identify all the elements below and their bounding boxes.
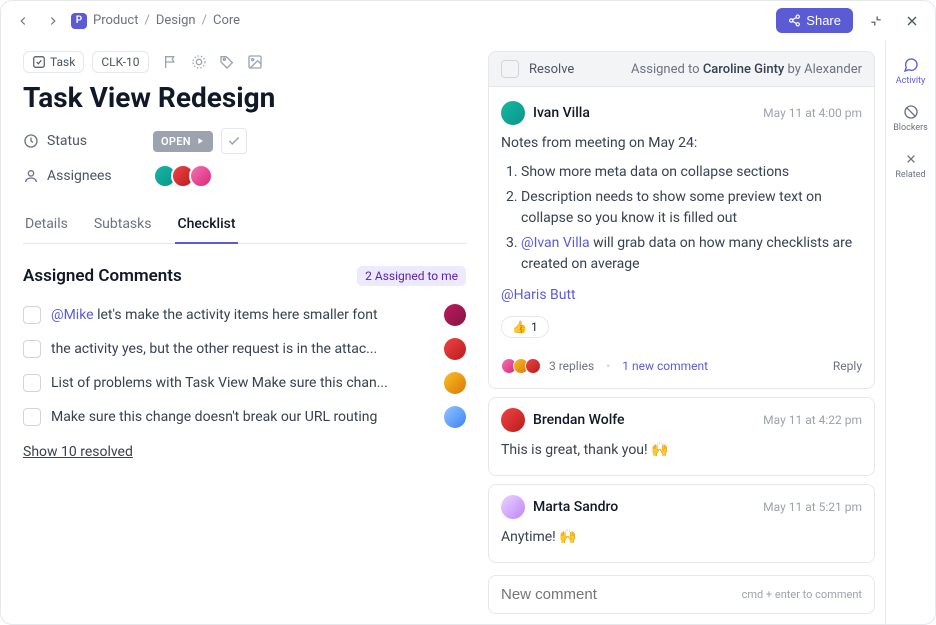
resolve-bar: Resolve Assigned to Caroline Ginty by Al…: [488, 51, 875, 87]
comment-timestamp: May 11 at 4:22 pm: [763, 413, 862, 427]
breadcrumb-item[interactable]: Product: [93, 13, 138, 28]
input-hint: cmd + enter to comment: [742, 588, 862, 601]
mention[interactable]: @Ivan Villa: [521, 235, 590, 251]
reaction-button[interactable]: 👍 1: [501, 316, 549, 338]
avatar: [444, 304, 466, 326]
breadcrumb-item[interactable]: Core: [213, 13, 240, 28]
mention[interactable]: @Haris Butt: [501, 287, 576, 303]
sidetab-related[interactable]: Related: [886, 145, 935, 186]
breadcrumbs: P Product / Design / Core: [71, 13, 240, 29]
task-id-chip[interactable]: CLK-10: [92, 51, 148, 73]
resolve-label: Resolve: [529, 62, 574, 77]
flag-icon[interactable]: [163, 54, 179, 70]
comment-author: Marta Sandro: [533, 499, 618, 515]
sparkle-icon[interactable]: [191, 54, 207, 70]
share-label: Share: [806, 13, 841, 28]
comment-author: Brendan Wolfe: [533, 412, 625, 428]
task-type-chip[interactable]: Task: [23, 51, 84, 73]
comment-body: This is great, thank you! 🙌: [501, 432, 862, 461]
assigned-comment-item[interactable]: Make sure this change doesn't break our …: [23, 400, 466, 434]
link-icon: [903, 151, 919, 167]
assigned-comments-list: @Mike let's make the activity items here…: [23, 298, 466, 434]
sidetab-activity[interactable]: Activity: [886, 51, 935, 92]
comment-timestamp: May 11 at 5:21 pm: [763, 500, 862, 514]
sidetab-blockers[interactable]: Blockers: [886, 98, 935, 139]
complete-toggle[interactable]: [221, 128, 247, 154]
comment-thread: Ivan Villa May 11 at 4:00 pm Notes from …: [488, 87, 875, 389]
tab-checklist[interactable]: Checklist: [175, 206, 237, 244]
assigned-comment-item[interactable]: @Mike let's make the activity items here…: [23, 298, 466, 332]
blocked-icon: [903, 104, 919, 120]
comment-timestamp: May 11 at 4:00 pm: [763, 106, 862, 120]
comment-body: Notes from meeting on May 24: Show more …: [501, 125, 862, 306]
tab-subtasks[interactable]: Subtasks: [92, 206, 154, 243]
play-icon: [195, 136, 205, 146]
assignees-field-label: Assignees: [23, 168, 143, 184]
avatar: [501, 408, 525, 432]
nav-forward[interactable]: [41, 9, 65, 33]
thumbs-up-icon: 👍: [512, 320, 527, 334]
checkbox[interactable]: [23, 408, 41, 426]
checkbox[interactable]: [23, 374, 41, 392]
breadcrumb-sep: /: [144, 13, 149, 28]
image-icon[interactable]: [247, 54, 263, 70]
mention[interactable]: @Mike: [51, 307, 94, 323]
reply-avatars: [501, 358, 541, 374]
tab-details[interactable]: Details: [23, 206, 70, 243]
task-title: Task View Redesign: [23, 81, 466, 114]
avatar: [501, 495, 525, 519]
tag-icon[interactable]: [219, 54, 235, 70]
replies-count[interactable]: 3 replies: [549, 359, 594, 373]
comment-input-row: cmd + enter to comment: [488, 575, 875, 614]
tabs: Details Subtasks Checklist: [23, 206, 466, 244]
person-icon: [23, 168, 39, 184]
resolve-checkbox[interactable]: [501, 60, 519, 78]
reply-button[interactable]: Reply: [833, 359, 862, 373]
status-icon: [23, 133, 39, 149]
new-comment-input[interactable]: [501, 586, 742, 603]
share-button[interactable]: Share: [776, 8, 853, 33]
nav-back[interactable]: [11, 9, 35, 33]
task-type-label: Task: [50, 55, 75, 69]
comment-author: Ivan Villa: [533, 105, 590, 121]
assigned-comment-item[interactable]: List of problems with Task View Make sur…: [23, 366, 466, 400]
workspace-icon: P: [71, 13, 87, 29]
breadcrumb-sep: /: [202, 13, 207, 28]
chat-icon: [903, 57, 919, 73]
comment-card: Marta Sandro May 11 at 5:21 pm Anytime! …: [488, 484, 875, 563]
collapse-icon[interactable]: [863, 8, 889, 34]
new-comment-indicator[interactable]: 1 new comment: [622, 359, 708, 373]
comment-body: Anytime! 🙌: [501, 519, 862, 548]
show-resolved-link[interactable]: Show 10 resolved: [23, 444, 133, 460]
topbar: P Product / Design / Core Share: [1, 1, 935, 41]
status-field-label: Status: [23, 133, 143, 149]
close-icon[interactable]: [899, 8, 925, 34]
checkbox[interactable]: [23, 340, 41, 358]
status-pill[interactable]: OPEN: [153, 131, 213, 152]
breadcrumb-item[interactable]: Design: [156, 13, 196, 28]
avatar: [189, 164, 213, 188]
assigned-count-badge: 2 Assigned to me: [357, 266, 466, 286]
share-icon: [788, 14, 801, 27]
assigned-comment-item[interactable]: the activity yes, but the other request …: [23, 332, 466, 366]
avatar: [444, 338, 466, 360]
checkbox[interactable]: [23, 306, 41, 324]
assigned-comments-title: Assigned Comments: [23, 266, 182, 286]
assignee-avatars[interactable]: [153, 164, 213, 188]
avatar: [444, 406, 466, 428]
avatar: [501, 101, 525, 125]
comment-card: Brendan Wolfe May 11 at 4:22 pm This is …: [488, 397, 875, 476]
assignment-info: Assigned to Caroline Ginty by Alexander: [631, 62, 862, 77]
side-tabs: Activity Blockers Related: [885, 41, 935, 624]
avatar: [444, 372, 466, 394]
checkbox-icon: [32, 55, 46, 69]
